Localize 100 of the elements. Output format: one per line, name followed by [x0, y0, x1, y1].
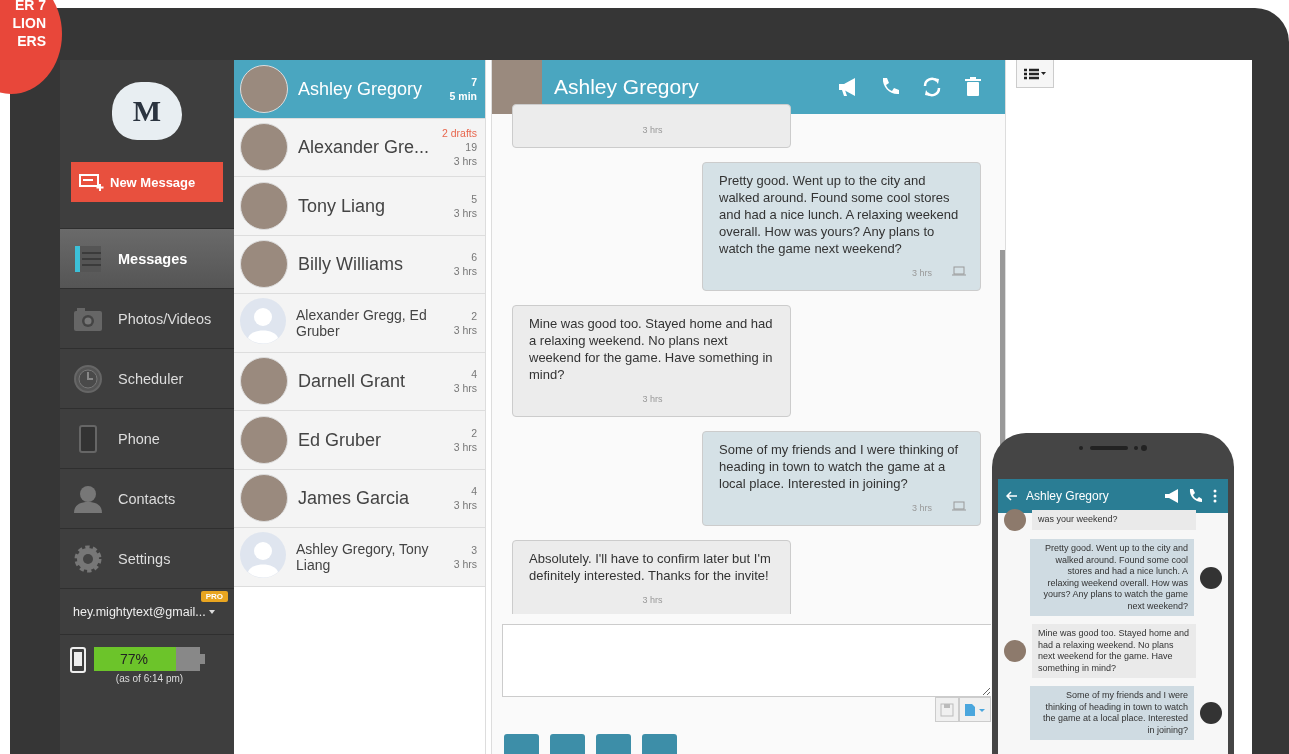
message-bubble: Some of my friends and I were thinking of heading in town to watch the game at a local place. Interested in joining? [1030, 686, 1194, 740]
contact-name: Tony Liang [298, 196, 387, 215]
badge-text: LION [12, 14, 46, 32]
nav-item[interactable]: Photos/Videos [60, 288, 234, 348]
speaker-icon [1078, 445, 1148, 451]
contact-name: Ashley Gregory, Tony Liang [296, 540, 430, 573]
message-bubble: Mine was good too. Stayed home and had a relaxing weekend. No plans next weekend for the game. Have something in mind? [1032, 624, 1196, 678]
contact-name: Ashley Gregory [554, 75, 700, 99]
save-draft-button[interactable] [935, 697, 959, 722]
phone-call-button[interactable] [1188, 488, 1202, 504]
contact-name: Alexander Gregg, Ed Gruber [296, 306, 428, 339]
back-button[interactable] [1006, 491, 1018, 501]
message-count: 3 [471, 543, 477, 556]
drafts-count: 2 drafts [441, 127, 477, 140]
message-count: 4 [471, 368, 477, 381]
camera-icon [73, 305, 103, 332]
timestamp: 3 hrs [642, 393, 663, 406]
timestamp: 3 hrs [453, 155, 477, 168]
template-button[interactable] [959, 697, 991, 722]
timestamp: 5 min [449, 89, 477, 102]
gear-icon [74, 544, 102, 573]
message-count: 2 [471, 426, 477, 439]
message-count: 6 [471, 251, 477, 264]
nav-item[interactable]: Contacts [60, 468, 234, 528]
nav-item[interactable]: Phone [60, 408, 234, 468]
battery-timestamp: (as of 6:14 pm) [115, 673, 184, 684]
megaphone-button[interactable] [1164, 488, 1180, 504]
message-input-field[interactable] [502, 624, 991, 697]
person-icon [73, 483, 103, 514]
compose-icon [79, 172, 105, 192]
avatar-photo [1200, 566, 1222, 589]
avatar-photo [240, 181, 288, 230]
timestamp: 3 hrs [642, 124, 663, 137]
message-bubble: was your weekend? [1032, 510, 1196, 530]
message-count: 4 [471, 485, 477, 498]
laptop-icon [952, 501, 966, 511]
avatar-photo [1200, 702, 1222, 724]
contact-name: James Garcia [298, 489, 411, 508]
nav-item[interactable]: Messages [60, 228, 234, 288]
logo: M [112, 82, 182, 140]
conversation-item[interactable]: Ed Gruber 2 3 hrs [234, 411, 485, 470]
timestamp: 3 hrs [912, 267, 932, 280]
timestamp: 3 hrs [453, 206, 477, 219]
contact-name: Billy Williams [298, 255, 404, 274]
conversation-item[interactable]: James Garcia 4 3 hrs [234, 469, 485, 528]
document-icon [964, 702, 986, 717]
phone-icon [70, 647, 86, 673]
message-text: Some of my friends and I were thinking of heading in town to watch the game at a local place. Interested in joining? [719, 441, 960, 492]
timestamp: 3 hrs [453, 323, 477, 336]
back-arrow-icon [1006, 491, 1018, 501]
avatar-photo [240, 357, 288, 406]
message-count: 7 [471, 75, 477, 88]
nav-item[interactable]: Scheduler [60, 348, 234, 408]
avatar-silhouette-icon [240, 297, 286, 344]
phone-call-icon [1188, 488, 1202, 504]
phone-icon [79, 424, 97, 453]
view-menu-button[interactable] [1016, 60, 1054, 88]
timestamp: 3 hrs [642, 594, 663, 607]
avatar-photo [1004, 640, 1026, 662]
timestamp: 3 hrs [453, 440, 477, 453]
contact-name: Ashley Gregory [298, 79, 424, 98]
conversation-item[interactable]: Darnell Grant 4 3 hrs [234, 352, 485, 411]
avatar-photo [240, 123, 288, 172]
timestamp: 3 hrs [453, 499, 477, 512]
contact-name: Ed Gruber [298, 430, 383, 449]
badge-text: ER 7 [14, 0, 46, 14]
timestamp: 3 hrs [453, 265, 477, 278]
timestamp: 3 hrs [453, 382, 477, 395]
message-count: 19 [465, 141, 477, 154]
battery-reading: 77% [119, 651, 149, 667]
badge-text: ERS [17, 32, 46, 50]
avatar-photo [240, 415, 288, 464]
conversation-item[interactable]: Tony Liang 5 3 hrs [234, 177, 485, 236]
avatar-photo [240, 240, 288, 289]
megaphone-icon [1164, 488, 1180, 504]
conversation-item[interactable]: Alexander Gre... 2 drafts 19 3 hrs [234, 118, 485, 177]
conversation-item[interactable]: Ashley Gregory, Tony Liang 3 3 hrs [234, 528, 485, 587]
laptop-icon [952, 266, 966, 276]
account-selector[interactable]: hey.mightytext@gmail... PRO [60, 588, 234, 635]
conversation-item[interactable]: Billy Williams 6 3 hrs [234, 235, 485, 294]
avatar-photo [240, 474, 288, 523]
conversation-item[interactable]: Alexander Gregg, Ed Gruber 2 3 hrs [234, 294, 485, 353]
list-view-icon [1023, 67, 1047, 80]
nav-item[interactable]: Settings [60, 528, 234, 588]
message-count: 2 [471, 309, 477, 322]
message-text: Mine was good too. Stayed home and had a relaxing weekend. No plans next weekend for the game. Have something in mind? [529, 315, 774, 383]
refresh-icon [921, 76, 943, 98]
message-bubble: Pretty good. Went up to the city and walked around. Found some cool stores and had a nice lunch. A relaxing weekend overall. How was yours? Any plans to watch the game next weekend? [1030, 539, 1194, 616]
new-message-button[interactable]: New Message [71, 162, 223, 202]
contact-name: Darnell Grant [298, 372, 407, 391]
avatar-photo [240, 64, 288, 113]
contact-name: Alexander Gre... [298, 138, 431, 157]
message-count: 5 [471, 192, 477, 205]
timestamp: 3 hrs [912, 502, 932, 515]
contact-name: Ashley Gregory [1026, 489, 1110, 503]
clock-icon [74, 364, 102, 393]
message-text: Absolutely. I'll have to confirm later but I'm definitely interested. Thanks for the invite! [529, 550, 772, 584]
list-icon [73, 243, 103, 274]
avatar-photo [1004, 509, 1026, 531]
avatar-silhouette-icon [240, 531, 286, 578]
